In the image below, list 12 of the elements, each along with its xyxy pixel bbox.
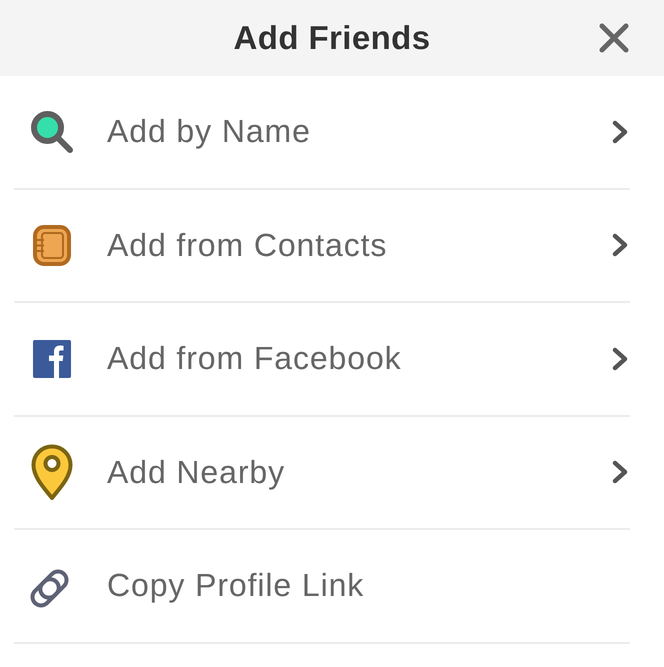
menu-item[interactable]: Copy Profile Link <box>14 530 630 644</box>
menu-item[interactable]: Add from Contacts <box>14 190 630 303</box>
location-pin-icon <box>31 444 73 501</box>
menu-item[interactable]: Add by Name <box>14 76 630 190</box>
search-icon <box>30 110 74 154</box>
notebook-icon <box>33 224 71 266</box>
dialog-title: Add Friends <box>234 19 430 57</box>
close-button[interactable] <box>599 23 629 53</box>
menu-item[interactable]: Add from Facebook <box>14 303 630 416</box>
menu-item[interactable]: Add Nearby <box>14 416 630 530</box>
f-square-icon <box>33 340 71 378</box>
close-icon <box>599 23 629 53</box>
